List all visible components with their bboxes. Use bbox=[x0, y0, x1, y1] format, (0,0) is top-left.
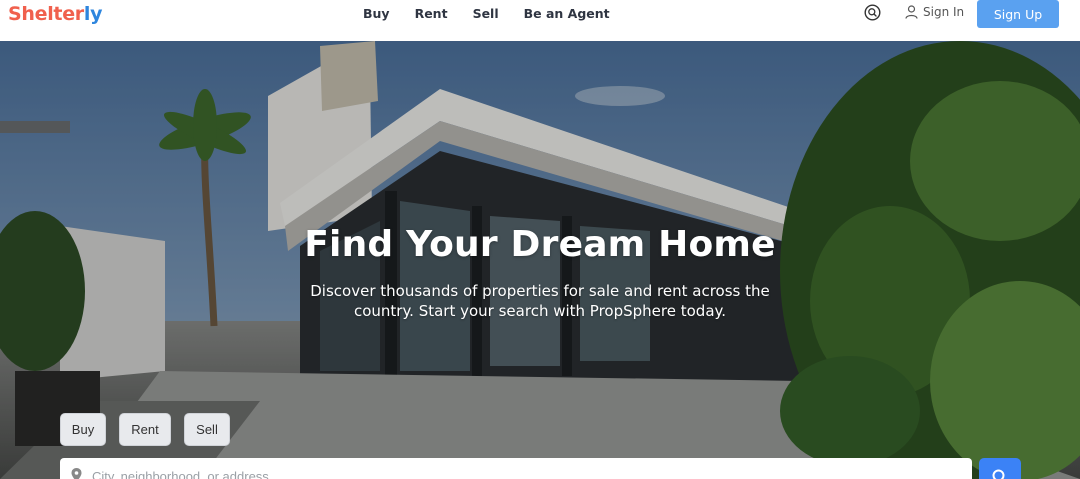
signin-label: Sign In bbox=[923, 5, 965, 19]
search-tab-sell[interactable]: Sell bbox=[184, 413, 230, 446]
hero-section: Find Your Dream Home Discover thousands … bbox=[0, 41, 1080, 479]
hero-subtitle: Discover thousands of properties for sal… bbox=[310, 282, 770, 320]
search-bar bbox=[60, 458, 972, 479]
search-icon bbox=[992, 469, 1005, 479]
user-icon bbox=[905, 5, 918, 19]
brand-logo-part1: Shelter bbox=[8, 3, 84, 25]
nav-item-buy[interactable]: Buy bbox=[363, 6, 390, 21]
site-header: Shelterly Buy Rent Sell Be an Agent Sign… bbox=[0, 0, 1080, 41]
search-tab-buy[interactable]: Buy bbox=[60, 413, 106, 446]
signin-link[interactable]: Sign In bbox=[905, 5, 964, 19]
hero-title: Find Your Dream Home bbox=[304, 224, 776, 265]
signup-button[interactable]: Sign Up bbox=[977, 0, 1059, 28]
main-nav: Buy Rent Sell Be an Agent bbox=[363, 6, 635, 21]
search-circle-icon[interactable] bbox=[864, 4, 881, 21]
nav-item-rent[interactable]: Rent bbox=[415, 6, 448, 21]
search-tab-rent[interactable]: Rent bbox=[119, 413, 171, 446]
brand-logo-part2: ly bbox=[83, 3, 103, 25]
search-input[interactable] bbox=[92, 464, 952, 479]
brand-logo[interactable]: Shelterly bbox=[8, 3, 102, 25]
nav-item-sell[interactable]: Sell bbox=[473, 6, 499, 21]
search-submit-button[interactable] bbox=[979, 458, 1021, 479]
location-pin-icon bbox=[71, 468, 82, 479]
nav-item-be-an-agent[interactable]: Be an Agent bbox=[524, 6, 610, 21]
